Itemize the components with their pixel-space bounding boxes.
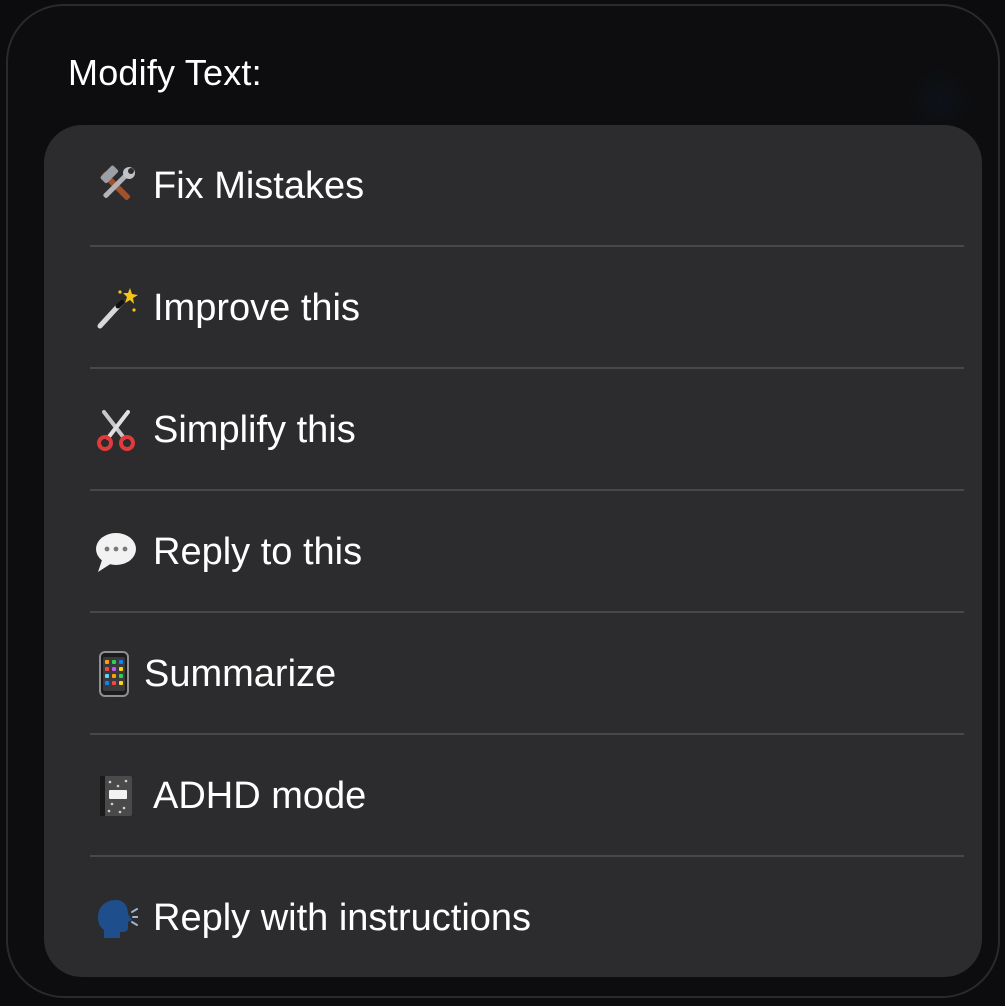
menu-item-label: Fix Mistakes (153, 165, 365, 207)
composition-notebook-icon (94, 774, 138, 818)
menu-item-label: Improve this (153, 287, 360, 329)
magic-wand-icon (94, 286, 138, 330)
menu-item-reply-with-instructions[interactable]: Reply with instructions (44, 857, 982, 977)
modify-text-sheet: Modify Text: Fix Mistakes Improve this S… (6, 4, 1000, 998)
menu-item-simplify-this[interactable]: Simplify this (44, 369, 982, 491)
menu-item-fix-mistakes[interactable]: Fix Mistakes (44, 125, 982, 247)
menu-item-label: Reply to this (153, 531, 363, 573)
menu-item-label: Summarize (144, 653, 337, 695)
menu-item-label: Simplify this (153, 409, 356, 451)
modify-text-menu: Fix Mistakes Improve this Simplify this … (44, 125, 982, 977)
menu-item-reply-to-this[interactable]: Reply to this (44, 491, 982, 613)
menu-item-improve-this[interactable]: Improve this (44, 247, 982, 369)
hammer-and-wrench-icon (94, 164, 138, 208)
speech-bubble-icon (94, 530, 138, 574)
mobile-phone-icon (96, 651, 132, 697)
scissors-icon (94, 408, 138, 452)
speaking-head-icon (94, 896, 138, 940)
menu-item-adhd-mode[interactable]: ADHD mode (44, 735, 982, 857)
menu-item-summarize[interactable]: Summarize (44, 613, 982, 735)
menu-item-label: Reply with instructions (153, 897, 532, 939)
menu-item-label: ADHD mode (153, 775, 367, 817)
sheet-title: Modify Text: (68, 52, 262, 93)
